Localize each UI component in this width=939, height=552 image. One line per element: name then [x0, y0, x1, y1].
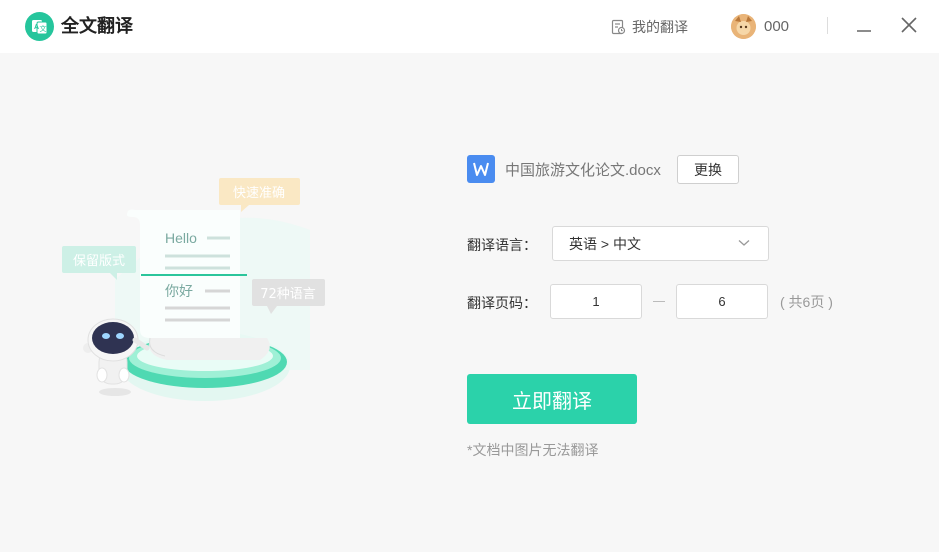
minimize-icon	[857, 30, 871, 32]
change-file-button[interactable]: 更换	[677, 155, 739, 184]
bubble-fast-text: 快速准确	[233, 186, 285, 201]
page-to-input[interactable]	[676, 284, 768, 319]
username: 000	[764, 18, 790, 35]
my-translations-label: 我的翻译	[632, 19, 688, 35]
word-document-icon	[467, 155, 495, 183]
language-label: 翻译语言：	[467, 237, 537, 253]
bubble-format-text: 保留版式	[73, 254, 125, 269]
range-separator	[653, 301, 665, 302]
close-button[interactable]	[898, 14, 920, 36]
minimize-button[interactable]	[853, 14, 875, 36]
close-icon	[901, 17, 917, 33]
file-name: 中国旅游文化论文.docx	[505, 161, 661, 179]
language-select-value: 英语 > 中文	[569, 235, 641, 252]
chevron-down-icon	[738, 240, 750, 246]
title-bar: A 文 全文翻译 我的翻译 000	[0, 0, 939, 53]
avatar	[731, 14, 756, 39]
divider	[827, 17, 828, 34]
document-history-icon	[611, 19, 626, 35]
document-curl	[149, 338, 270, 360]
translation-illustration: Hello 你好 快速准确 保留版式 72种语言	[55, 170, 345, 420]
user-menu[interactable]: 000	[731, 14, 789, 39]
total-pages: ( 共6页 )	[780, 294, 833, 310]
app-title: 全文翻译	[61, 16, 133, 36]
page-from-input[interactable]	[550, 284, 642, 319]
doc-hello-text: Hello	[165, 230, 197, 246]
image-note: *文档中图片无法翻译	[467, 442, 599, 458]
my-translations-link[interactable]: 我的翻译	[610, 17, 688, 37]
svg-text:文: 文	[40, 24, 47, 33]
svg-text:A: A	[34, 24, 39, 31]
file-info: 中国旅游文化论文.docx	[467, 155, 661, 183]
doc-nihao-text: 你好	[165, 283, 193, 299]
language-select[interactable]: 英语 > 中文	[552, 226, 769, 261]
app-logo-icon: A 文	[25, 12, 54, 41]
pages-label: 翻译页码：	[467, 295, 537, 311]
translate-now-button[interactable]: 立即翻译	[467, 374, 637, 424]
bubble-languages-text: 72种语言	[260, 287, 316, 302]
